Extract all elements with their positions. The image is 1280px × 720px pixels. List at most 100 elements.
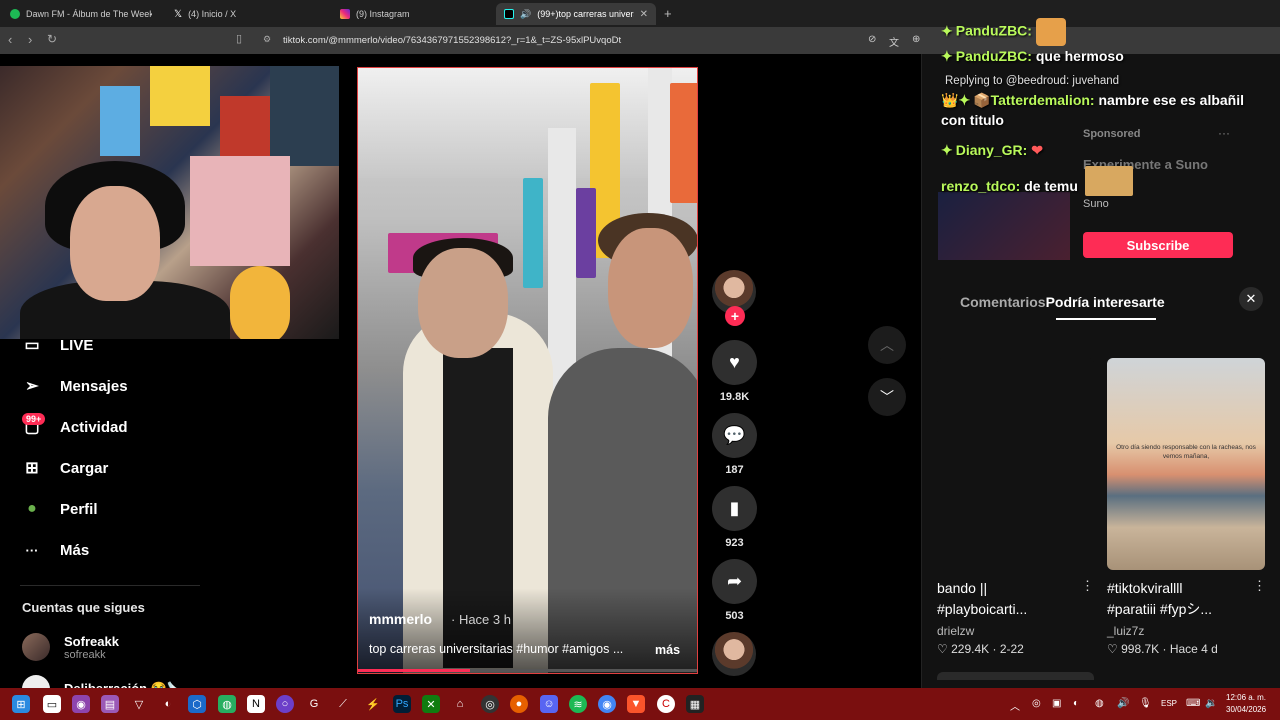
save-count: 923: [725, 537, 744, 549]
heart-icon: ♥: [729, 352, 740, 372]
close-icon: ✕: [1245, 291, 1257, 306]
next-video-button[interactable]: ﹀: [868, 378, 906, 416]
chrome-icon[interactable]: ◉: [598, 695, 616, 713]
forward-icon[interactable]: ›: [28, 32, 32, 47]
nav-label: Más: [60, 541, 90, 559]
related-thumbnail[interactable]: [937, 358, 1094, 570]
like-button[interactable]: ♥: [712, 340, 757, 385]
app-icon[interactable]: N: [247, 695, 265, 713]
firefox-icon[interactable]: ●: [510, 695, 528, 713]
nav-more[interactable]: ··· Más: [20, 536, 90, 564]
app-icon[interactable]: ⬡: [188, 695, 206, 713]
box-badge-icon: 📦: [973, 92, 991, 108]
speaker-tray-icon[interactable]: 🔉: [1205, 698, 1217, 709]
steam-icon[interactable]: ◍: [1095, 698, 1104, 709]
app-icon[interactable]: ○: [276, 695, 294, 713]
tray-icon[interactable]: ▣: [1052, 698, 1061, 709]
crown-badge-icon: 👑: [941, 92, 959, 108]
volume-icon[interactable]: 🔊: [1117, 698, 1129, 709]
tab-dawn-fm[interactable]: Dawn FM - Álbum de The Weeknd | S: [2, 3, 160, 25]
nav-upload[interactable]: ⊞ Cargar: [20, 454, 108, 482]
app-icon[interactable]: ▽: [130, 695, 148, 713]
share-icon: ➦: [726, 571, 743, 591]
back-icon[interactable]: ‹: [8, 32, 12, 47]
related-meta: ♡ 229.4K · 2-22: [937, 642, 1024, 656]
tab-instagram[interactable]: (9) Instagram: [332, 3, 492, 25]
spotify-icon[interactable]: ≋: [569, 695, 587, 713]
card-menu-icon[interactable]: ⋮: [1253, 578, 1266, 594]
close-tab-icon[interactable]: ✕: [640, 9, 648, 20]
tab-comments[interactable]: Comentarios: [960, 294, 1046, 310]
app-icon[interactable]: ◉: [72, 695, 90, 713]
related-thumbnail-partial[interactable]: [937, 672, 1094, 680]
activity-badge: 99+: [22, 413, 46, 425]
network-icon[interactable]: ⌨: [1186, 698, 1200, 709]
zoom-icon[interactable]: ⊕: [912, 34, 920, 45]
windows-start-icon[interactable]: ⊞: [12, 695, 30, 713]
app-icon[interactable]: ▦: [686, 695, 704, 713]
more-icon: ···: [25, 542, 39, 558]
related-title[interactable]: #tiktokvirallll #paratiii #fypシ...: [1107, 578, 1212, 620]
app-icon[interactable]: ⌂: [451, 695, 469, 713]
app-icon[interactable]: ◐: [159, 695, 177, 713]
nav-messages[interactable]: ➢ Mensajes: [20, 372, 127, 400]
app-icon[interactable]: ◎: [481, 695, 499, 713]
language-indicator[interactable]: ESP: [1161, 699, 1177, 708]
media-icon[interactable]: ⊘: [868, 34, 876, 45]
following-account[interactable]: Sofreakk sofreakk: [22, 633, 119, 661]
translate-icon[interactable]: 文: [889, 34, 899, 49]
nav-profile[interactable]: ● Perfil: [20, 495, 97, 523]
follow-plus-icon[interactable]: +: [725, 306, 745, 326]
url-field[interactable]: tiktok.com/@mmmerlo/video/76343679715523…: [257, 31, 937, 50]
tab-related[interactable]: Podría interesarte: [1046, 294, 1165, 310]
cat-emote-icon: [1035, 18, 1066, 46]
discord-icon[interactable]: ☺: [540, 695, 558, 713]
live-icon: ▭: [24, 337, 40, 354]
app-icon[interactable]: ⚡: [364, 695, 382, 713]
video-author[interactable]: mmmerlo: [369, 611, 432, 627]
nav-label: LIVE: [60, 336, 94, 354]
upload-icon: ⊞: [25, 460, 39, 477]
tab-x[interactable]: 𝕏 (4) Inicio / X: [166, 3, 326, 25]
profile-avatar-icon: ●: [27, 500, 37, 517]
reload-icon[interactable]: ↻: [47, 32, 57, 46]
related-thumbnail[interactable]: Otro día siendo responsable con la rache…: [1107, 358, 1265, 570]
clock-date[interactable]: 30/04/2026: [1226, 705, 1266, 714]
more-button[interactable]: más: [655, 643, 680, 657]
tab-title: (4) Inicio / X: [188, 9, 237, 19]
close-panel-button[interactable]: ✕: [1239, 287, 1263, 311]
share-button[interactable]: ➦: [712, 559, 757, 604]
ad-video-thumbnail[interactable]: [938, 192, 1070, 260]
previous-video-button[interactable]: ︿: [868, 326, 906, 364]
music-disc-avatar[interactable]: [712, 632, 756, 676]
app-icon[interactable]: ⟋: [334, 695, 352, 713]
video-progress-bar[interactable]: [358, 669, 697, 672]
clock-time[interactable]: 12:06 a. m.: [1226, 693, 1266, 702]
tray-icon[interactable]: ◐: [1073, 698, 1079, 709]
app-icon[interactable]: G: [305, 695, 323, 713]
tray-icon[interactable]: ◎: [1032, 698, 1041, 709]
video-player[interactable]: [357, 67, 698, 674]
x-logo-icon: 𝕏: [174, 9, 183, 20]
related-author[interactable]: _luiz7z: [1107, 624, 1144, 638]
nav-live[interactable]: ▭ LIVE: [20, 331, 93, 359]
tab-tiktok-active[interactable]: 🔊 (99+)top carreras universitaria ✕: [496, 3, 656, 25]
bookmark-icon[interactable]: ▯: [236, 32, 242, 45]
new-tab-button[interactable]: +: [664, 6, 672, 21]
brave-icon[interactable]: ▼: [627, 695, 645, 713]
tray-chevron-icon[interactable]: ︿: [1010, 698, 1020, 713]
like-count: 19.8K: [719, 391, 750, 403]
app-icon[interactable]: C: [657, 695, 675, 713]
card-menu-icon[interactable]: ⋮: [1081, 578, 1094, 594]
save-button[interactable]: ▮: [712, 486, 757, 531]
app-icon[interactable]: ◍: [218, 695, 236, 713]
related-author[interactable]: drielzw: [937, 624, 974, 638]
xbox-icon[interactable]: ✕: [422, 695, 440, 713]
app-icon[interactable]: ▤: [101, 695, 119, 713]
task-view-icon[interactable]: ▭: [43, 695, 61, 713]
comment-button[interactable]: 💬: [712, 413, 757, 458]
mic-icon[interactable]: 🎙: [1139, 698, 1152, 709]
subscribe-button[interactable]: Subscribe: [1083, 232, 1233, 258]
photoshop-icon[interactable]: Ps: [393, 695, 411, 713]
related-title[interactable]: bando || #playboicarti...: [937, 578, 1027, 620]
